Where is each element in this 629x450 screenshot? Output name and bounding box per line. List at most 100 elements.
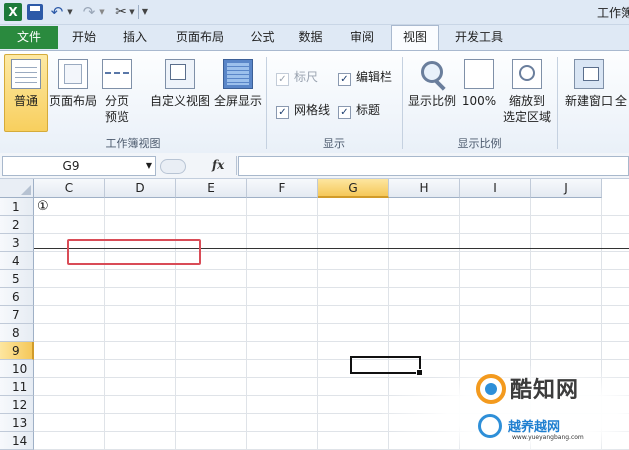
row-header-11[interactable]: 11: [0, 378, 34, 396]
column-header-d[interactable]: D: [105, 179, 176, 198]
select-all-corner[interactable]: [0, 179, 34, 198]
tab-page-layout[interactable]: 页面布局: [163, 26, 237, 49]
page-break-label-line2: 预览: [104, 110, 129, 124]
row-header-2[interactable]: 2: [0, 216, 34, 234]
arrange-all-label: 全: [615, 94, 628, 108]
headings-checkbox[interactable]: ✓ 标题: [338, 102, 381, 119]
formula-input[interactable]: [238, 156, 629, 176]
page-layout-view-button[interactable]: 页面布局: [48, 55, 98, 131]
ribbon-view: 普通 页面布局 分页 预览 自定义视图 全屏显示 工作簿视图 ✓ 标尺 ✓ 编辑栏 …: [0, 50, 629, 154]
zoom-100-icon: [464, 59, 494, 89]
custom-views-button[interactable]: 自定义视图: [149, 55, 211, 131]
chevron-down-icon[interactable]: ▼: [146, 157, 152, 175]
fx-icon[interactable]: fx: [212, 156, 224, 174]
column-header-f[interactable]: F: [247, 179, 318, 198]
formula-bar: G9 ▼ fx: [0, 153, 629, 179]
formula-bar-checkbox[interactable]: ✓ 编辑栏: [338, 69, 393, 86]
group-label-show: 显示: [323, 137, 345, 150]
full-screen-icon: [223, 59, 253, 89]
save-icon[interactable]: [27, 4, 43, 20]
row-header-13[interactable]: 13: [0, 414, 34, 432]
watermark-background: [382, 366, 629, 450]
column-header-h[interactable]: H: [389, 179, 460, 198]
page-break-label-line1: 分页: [104, 94, 129, 108]
formula-bar-check-icon: ✓: [338, 73, 351, 86]
tab-formulas[interactable]: 公式: [240, 26, 285, 49]
page-layout-label: 页面布局: [48, 94, 97, 108]
new-window-icon: [574, 59, 604, 89]
row-header-6[interactable]: 6: [0, 288, 34, 306]
quick-access-toolbar: X ↶ ▼ ↷ ▼ ✂ ▼ ▼ 工作簿: [0, 0, 629, 25]
formula-bar-label: 编辑栏: [356, 70, 393, 84]
row-header-12[interactable]: 12: [0, 396, 34, 414]
row-header-4[interactable]: 4: [0, 252, 34, 270]
group-label-workbook-views: 工作簿视图: [105, 137, 161, 150]
arrange-all-button[interactable]: 全: [615, 55, 629, 131]
tab-data[interactable]: 数据: [288, 26, 333, 49]
row-header-7[interactable]: 7: [0, 306, 34, 324]
gridlines-checkbox[interactable]: ✓ 网格线: [276, 102, 331, 119]
column-header-c[interactable]: C: [34, 179, 105, 198]
ruler-checkbox[interactable]: ✓ 标尺: [276, 69, 319, 86]
zoom-100-button[interactable]: 100%: [461, 55, 497, 131]
new-window-label: 新建窗口: [564, 94, 613, 108]
gridlines-label: 网格线: [294, 103, 331, 117]
zoom-selection-label-line2: 选定区域: [502, 110, 551, 124]
row-header-10[interactable]: 10: [0, 360, 34, 378]
redo-dropdown-icon[interactable]: ▼: [98, 3, 106, 20]
normal-view-button[interactable]: 普通: [4, 54, 48, 132]
ruler-label: 标尺: [294, 70, 319, 84]
group-label-zoom: 显示比例: [457, 137, 502, 150]
zoom-to-selection-button[interactable]: 缩放到 选定区域: [500, 55, 554, 131]
page-break-icon: [102, 59, 132, 89]
watermark-url: www.yueyangbang.com: [512, 434, 584, 441]
tab-view[interactable]: 视图: [391, 25, 439, 51]
tab-insert[interactable]: 插入: [111, 26, 159, 49]
headings-label: 标题: [356, 103, 381, 117]
zoom-button[interactable]: 显示比例: [407, 55, 457, 131]
row-header-3[interactable]: 3: [0, 234, 34, 252]
excel-logo-icon[interactable]: X: [4, 3, 22, 21]
page-break-label: 分页 预览: [100, 93, 134, 125]
row-header-5[interactable]: 5: [0, 270, 34, 288]
new-window-button[interactable]: 新建窗口: [563, 55, 615, 131]
undo-dropdown-icon[interactable]: ▼: [66, 3, 74, 20]
custom-views-label: 自定义视图: [149, 94, 210, 108]
column-header-j[interactable]: J: [531, 179, 602, 198]
page-break-preview-button[interactable]: 分页 预览: [100, 55, 134, 131]
watermark-logo2-icon: [478, 414, 502, 438]
tab-developer[interactable]: 开发工具: [442, 26, 516, 49]
zoom-selection-label-line1: 缩放到: [508, 94, 545, 108]
watermark-brand2: 越养越网: [508, 420, 561, 435]
zoom-100-label: 100%: [461, 94, 497, 108]
magnifier-icon: [421, 61, 443, 83]
column-header-g[interactable]: G: [318, 179, 389, 198]
row-header-9[interactable]: 9: [0, 342, 34, 360]
ruler-check-icon: ✓: [276, 73, 289, 86]
column-header-i[interactable]: I: [460, 179, 531, 198]
row-header-14[interactable]: 14: [0, 432, 34, 450]
tab-review[interactable]: 审阅: [338, 26, 386, 49]
row-header-1[interactable]: 1: [0, 198, 34, 216]
tool-dropdown-icon[interactable]: ▼: [128, 3, 136, 20]
group-separator: [557, 57, 558, 149]
headings-check-icon: ✓: [338, 106, 351, 119]
full-screen-button[interactable]: 全屏显示: [212, 55, 264, 131]
tab-home[interactable]: 开始: [60, 26, 108, 49]
toolbar-separator: [138, 5, 139, 19]
name-box[interactable]: G9 ▼: [2, 156, 156, 176]
window-title: 工作簿: [596, 6, 629, 20]
tab-file[interactable]: 文件: [0, 26, 58, 49]
redo-icon[interactable]: ↷: [80, 3, 98, 21]
watermark-brand: 酷知网: [510, 378, 580, 403]
cell-c1[interactable]: ①: [37, 199, 49, 215]
formula-bar-resize-handle[interactable]: [160, 159, 186, 174]
customize-icon[interactable]: ▼: [141, 3, 149, 20]
ribbon-tabs: 文件 开始 插入 页面布局 公式 数据 审阅 视图 开发工具: [0, 25, 629, 51]
name-box-value: G9: [62, 159, 80, 173]
watermark-logo-icon: [476, 374, 506, 404]
row-header-8[interactable]: 8: [0, 324, 34, 342]
normal-view-label: 普通: [13, 94, 38, 108]
column-header-e[interactable]: E: [176, 179, 247, 198]
undo-icon[interactable]: ↶: [48, 3, 66, 21]
